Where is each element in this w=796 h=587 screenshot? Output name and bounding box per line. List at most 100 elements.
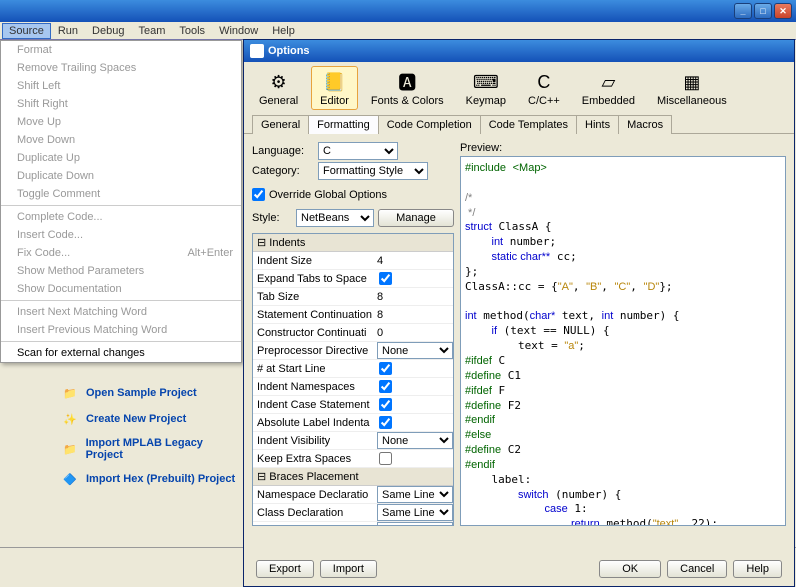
menu-item[interactable]: Format	[1, 41, 241, 59]
override-global-checkbox[interactable]	[252, 188, 265, 201]
setting-key: Indent Case Statement	[253, 399, 377, 411]
toolbar-editor[interactable]: 📒Editor	[311, 66, 358, 110]
setting-select[interactable]: Same Line	[377, 504, 453, 521]
category-label: Category:	[252, 165, 314, 177]
toolbar-embedded[interactable]: ▱Embedded	[573, 66, 644, 110]
tab-hints[interactable]: Hints	[576, 115, 619, 134]
settings-row: Constructor Continuati	[253, 324, 453, 342]
tab-macros[interactable]: Macros	[618, 115, 672, 134]
menu-item[interactable]: Toggle Comment	[1, 185, 241, 203]
toolbar-cc[interactable]: CC/C++	[519, 66, 569, 110]
tab-code-completion[interactable]: Code Completion	[378, 115, 481, 134]
setting-checkbox[interactable]	[379, 398, 392, 411]
setting-input[interactable]	[377, 307, 453, 323]
setting-checkbox[interactable]	[379, 380, 392, 393]
toolbar-keymap[interactable]: ⌨Keymap	[457, 66, 515, 110]
settings-row: Absolute Label Indenta	[253, 414, 453, 432]
hex-icon: 🔷	[60, 471, 80, 487]
setting-key: Constructor Continuati	[253, 327, 377, 339]
menu-help[interactable]: Help	[265, 23, 302, 39]
minimize-button[interactable]: _	[734, 3, 752, 19]
settings-row: Function DeclarationSame Line	[253, 522, 453, 526]
menu-debug[interactable]: Debug	[85, 23, 131, 39]
setting-checkbox[interactable]	[379, 272, 392, 285]
menu-item[interactable]: Insert Code...	[1, 226, 241, 244]
menu-item[interactable]: Show Documentation	[1, 280, 241, 298]
setting-input[interactable]	[377, 289, 453, 305]
setting-select[interactable]: None	[377, 342, 453, 359]
setting-input[interactable]	[377, 253, 453, 269]
help-button[interactable]: Help	[733, 560, 782, 578]
menu-item[interactable]: Move Down	[1, 131, 241, 149]
setting-checkbox[interactable]	[379, 416, 392, 429]
menu-run[interactable]: Run	[51, 23, 85, 39]
import-button[interactable]: Import	[320, 560, 377, 578]
options-icon	[250, 44, 264, 58]
menu-source[interactable]: Source	[2, 23, 51, 39]
ok-button[interactable]: OK	[599, 560, 661, 578]
category-select[interactable]: Formatting Style	[318, 162, 428, 180]
cancel-button[interactable]: Cancel	[667, 560, 727, 578]
maximize-button[interactable]: □	[754, 3, 772, 19]
setting-key: # at Start Line	[253, 363, 377, 375]
project-link[interactable]: 📁Import MPLAB Legacy Project	[60, 432, 240, 466]
menu-item[interactable]: Duplicate Down	[1, 167, 241, 185]
style-label: Style:	[252, 212, 292, 224]
setting-select[interactable]: Same Line	[377, 486, 453, 503]
tab-general[interactable]: General	[252, 115, 309, 134]
settings-group-header[interactable]: ⊟ Indents	[253, 234, 453, 252]
setting-key: Keep Extra Spaces	[253, 453, 377, 465]
menu-item[interactable]: Remove Trailing Spaces	[1, 59, 241, 77]
menu-item[interactable]: Shift Right	[1, 95, 241, 113]
menu-item[interactable]: Complete Code...	[1, 208, 241, 226]
toolbar-fontscolors[interactable]: 🅰Fonts & Colors	[362, 66, 453, 110]
settings-row: Indent Case Statement	[253, 396, 453, 414]
settings-row: Namespace DeclaratioSame Line	[253, 486, 453, 504]
menu-window[interactable]: Window	[212, 23, 265, 39]
toolbar-general[interactable]: ⚙General	[250, 66, 307, 110]
menu-item[interactable]: Fix Code...Alt+Enter	[1, 244, 241, 262]
setting-key: Namespace Declaratio	[253, 489, 377, 501]
setting-checkbox[interactable]	[379, 362, 392, 375]
menu-item[interactable]: Show Method Parameters	[1, 262, 241, 280]
manage-button[interactable]: Manage	[378, 209, 454, 227]
settings-row: Preprocessor DirectiveNone	[253, 342, 453, 360]
new-icon: ✨	[60, 411, 80, 427]
folder-icon: 📁	[60, 385, 80, 401]
menu-item[interactable]: Scan for external changes	[1, 344, 241, 362]
setting-select[interactable]: Same Line	[377, 522, 453, 526]
setting-key: Indent Visibility	[253, 435, 377, 447]
menu-item[interactable]: Insert Previous Matching Word	[1, 321, 241, 339]
project-link[interactable]: 🔷Import Hex (Prebuilt) Project	[60, 466, 240, 492]
close-button[interactable]: ✕	[774, 3, 792, 19]
menu-team[interactable]: Team	[131, 23, 172, 39]
tab-code-templates[interactable]: Code Templates	[480, 115, 577, 134]
tab-formatting[interactable]: Formatting	[308, 115, 379, 134]
export-button[interactable]: Export	[256, 560, 314, 578]
menu-tools[interactable]: Tools	[172, 23, 212, 39]
language-label: Language:	[252, 145, 314, 157]
preview-pane: Preview: #include <Map> /* */ struct Cla…	[460, 142, 786, 526]
setting-input[interactable]	[377, 325, 453, 341]
dialog-button-bar: Export Import OK Cancel Help	[244, 560, 794, 578]
project-link[interactable]: 📁Open Sample Project	[60, 380, 240, 406]
project-link[interactable]: ✨Create New Project	[60, 406, 240, 432]
setting-checkbox[interactable]	[379, 452, 392, 465]
settings-row: Class DeclarationSame Line	[253, 504, 453, 522]
menu-item[interactable]: Insert Next Matching Word	[1, 303, 241, 321]
dialog-titlebar: Options	[244, 40, 794, 62]
menu-item[interactable]: Move Up	[1, 113, 241, 131]
source-menu-dropdown: FormatRemove Trailing SpacesShift LeftSh…	[0, 40, 242, 363]
menu-item[interactable]: Shift Left	[1, 77, 241, 95]
settings-row: # at Start Line	[253, 360, 453, 378]
settings-tree[interactable]: ⊟ IndentsIndent SizeExpand Tabs to Space…	[252, 233, 454, 526]
language-select[interactable]: C	[318, 142, 398, 160]
toolbar-miscellaneous[interactable]: ▦Miscellaneous	[648, 66, 736, 110]
settings-row: Indent Namespaces	[253, 378, 453, 396]
style-select[interactable]: NetBeans	[296, 209, 374, 227]
settings-row: Statement Continuation	[253, 306, 453, 324]
settings-group-header[interactable]: ⊟ Braces Placement	[253, 468, 453, 486]
setting-select[interactable]: None	[377, 432, 453, 449]
settings-row: Indent Size	[253, 252, 453, 270]
menu-item[interactable]: Duplicate Up	[1, 149, 241, 167]
